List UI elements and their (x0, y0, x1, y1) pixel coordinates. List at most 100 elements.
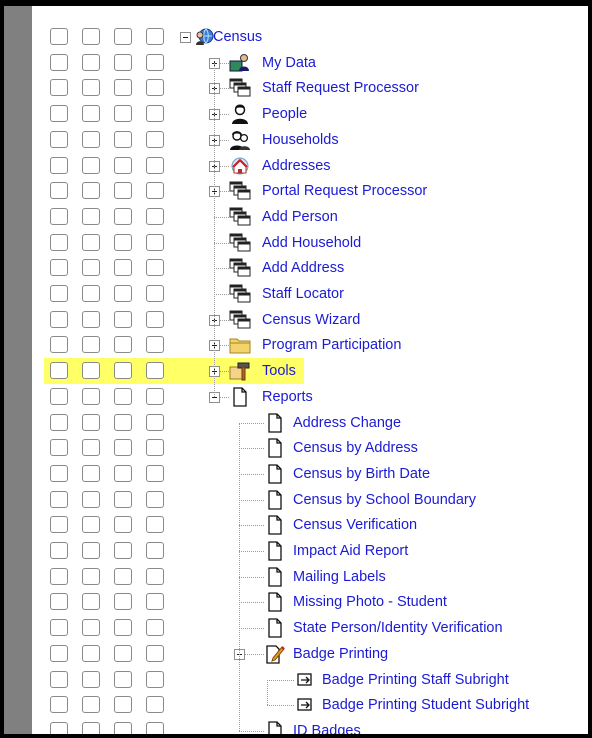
write-checkbox[interactable] (82, 516, 100, 534)
write-checkbox[interactable] (82, 490, 100, 508)
tree-item-label[interactable]: Staff Request Processor (262, 79, 419, 97)
delete-checkbox[interactable] (146, 79, 164, 97)
read-checkbox[interactable] (50, 105, 68, 123)
delete-checkbox[interactable] (146, 464, 164, 482)
write-checkbox[interactable] (82, 233, 100, 251)
add-checkbox[interactable] (114, 207, 132, 225)
read-checkbox[interactable] (50, 464, 68, 482)
add-checkbox[interactable] (114, 53, 132, 71)
tree-item-label[interactable]: Address Change (293, 414, 401, 432)
write-checkbox[interactable] (82, 567, 100, 585)
tree-item-label[interactable]: Households (262, 131, 339, 149)
read-checkbox[interactable] (50, 130, 68, 148)
delete-checkbox[interactable] (146, 490, 164, 508)
delete-checkbox[interactable] (146, 105, 164, 123)
add-checkbox[interactable] (114, 79, 132, 97)
delete-checkbox[interactable] (146, 670, 164, 688)
delete-checkbox[interactable] (146, 516, 164, 534)
write-checkbox[interactable] (82, 464, 100, 482)
read-checkbox[interactable] (50, 53, 68, 71)
write-checkbox[interactable] (82, 336, 100, 354)
delete-checkbox[interactable] (146, 182, 164, 200)
write-checkbox[interactable] (82, 79, 100, 97)
tree-item-label[interactable]: Census by Address (293, 439, 418, 457)
tree-item-label[interactable]: Add Person (262, 208, 338, 226)
read-checkbox[interactable] (50, 79, 68, 97)
read-checkbox[interactable] (50, 336, 68, 354)
read-checkbox[interactable] (50, 413, 68, 431)
write-checkbox[interactable] (82, 387, 100, 405)
add-checkbox[interactable] (114, 362, 132, 380)
read-checkbox[interactable] (50, 490, 68, 508)
tree-item-label[interactable]: Badge Printing (293, 645, 388, 663)
add-checkbox[interactable] (114, 310, 132, 328)
tree-item-label[interactable]: Reports (262, 388, 313, 406)
read-checkbox[interactable] (50, 696, 68, 714)
add-checkbox[interactable] (114, 413, 132, 431)
read-checkbox[interactable] (50, 721, 68, 734)
delete-checkbox[interactable] (146, 567, 164, 585)
add-checkbox[interactable] (114, 721, 132, 734)
add-checkbox[interactable] (114, 387, 132, 405)
add-checkbox[interactable] (114, 516, 132, 534)
tree-item-label[interactable]: Census by Birth Date (293, 465, 430, 483)
read-checkbox[interactable] (50, 593, 68, 611)
read-checkbox[interactable] (50, 207, 68, 225)
tree-item-label[interactable]: People (262, 105, 307, 123)
read-checkbox[interactable] (50, 387, 68, 405)
write-checkbox[interactable] (82, 619, 100, 637)
tree-item-label[interactable]: My Data (262, 54, 316, 72)
write-checkbox[interactable] (82, 105, 100, 123)
read-checkbox[interactable] (50, 644, 68, 662)
tree-item-label[interactable]: ID Badges (293, 722, 361, 734)
tree-item-label[interactable]: Add Address (262, 259, 344, 277)
write-checkbox[interactable] (82, 130, 100, 148)
collapse-toggle[interactable] (180, 32, 191, 43)
read-checkbox[interactable] (50, 259, 68, 277)
tree-item-label[interactable]: Portal Request Processor (262, 182, 427, 200)
write-checkbox[interactable] (82, 285, 100, 302)
write-checkbox[interactable] (82, 696, 100, 714)
add-checkbox[interactable] (114, 619, 132, 637)
add-checkbox[interactable] (114, 542, 132, 559)
tree-item-label[interactable]: Mailing Labels (293, 568, 386, 586)
tree-item-label[interactable]: Badge Printing Student Subright (322, 696, 529, 714)
tree-item-label[interactable]: Program Participation (262, 336, 401, 354)
add-checkbox[interactable] (114, 464, 132, 482)
read-checkbox[interactable] (50, 285, 68, 302)
delete-checkbox[interactable] (146, 362, 164, 380)
tree-item-label[interactable]: Census Verification (293, 516, 417, 534)
add-checkbox[interactable] (114, 336, 132, 354)
add-checkbox[interactable] (114, 490, 132, 508)
read-checkbox[interactable] (50, 516, 68, 534)
delete-checkbox[interactable] (146, 207, 164, 225)
delete-checkbox[interactable] (146, 593, 164, 611)
delete-checkbox[interactable] (146, 721, 164, 734)
delete-checkbox[interactable] (146, 233, 164, 251)
read-checkbox[interactable] (50, 619, 68, 637)
delete-checkbox[interactable] (146, 130, 164, 148)
read-checkbox[interactable] (50, 182, 68, 200)
add-checkbox[interactable] (114, 567, 132, 585)
delete-checkbox[interactable] (146, 413, 164, 431)
delete-checkbox[interactable] (146, 310, 164, 328)
add-checkbox[interactable] (114, 696, 132, 714)
add-checkbox[interactable] (114, 439, 132, 457)
tree-item-label[interactable]: Tools (262, 362, 296, 380)
tree-item-label[interactable]: Addresses (262, 157, 331, 175)
add-checkbox[interactable] (114, 285, 132, 302)
write-checkbox[interactable] (82, 207, 100, 225)
add-checkbox[interactable] (114, 670, 132, 688)
write-checkbox[interactable] (82, 439, 100, 457)
read-checkbox[interactable] (50, 233, 68, 251)
delete-checkbox[interactable] (146, 644, 164, 662)
delete-checkbox[interactable] (146, 285, 164, 302)
add-checkbox[interactable] (114, 130, 132, 148)
delete-checkbox[interactable] (146, 28, 164, 45)
write-checkbox[interactable] (82, 259, 100, 277)
write-checkbox[interactable] (82, 156, 100, 174)
add-checkbox[interactable] (114, 105, 132, 123)
tree-item-label[interactable]: Missing Photo - Student (293, 593, 447, 611)
delete-checkbox[interactable] (146, 387, 164, 405)
tree-item-label[interactable]: Staff Locator (262, 285, 344, 303)
